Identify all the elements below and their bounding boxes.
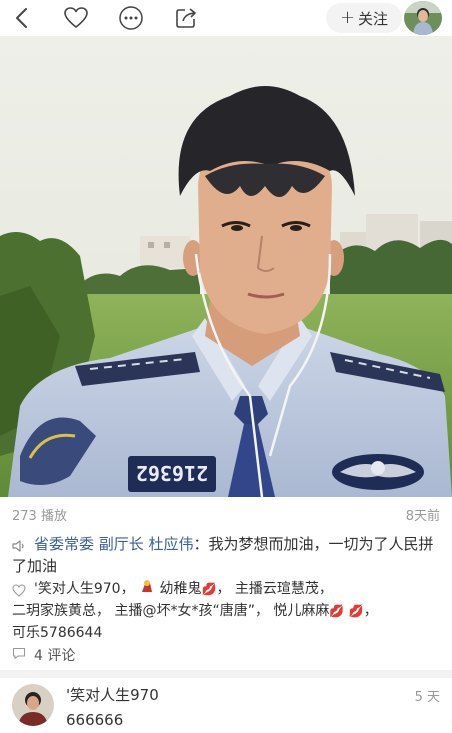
- top-bar: + 关注: [0, 0, 452, 36]
- plus-icon: +: [339, 7, 356, 28]
- liker-avatar-icon: [139, 580, 159, 597]
- caption-author-link[interactable]: 省委常委 副厅长 杜应伟: [34, 535, 194, 553]
- liker-name[interactable]: ， 主播云瑄慧茂，: [216, 581, 332, 597]
- post-meta: 273 播放 8天前: [0, 497, 452, 529]
- commenter-name[interactable]: '笑对人生970: [66, 684, 159, 705]
- comment-count: 4 评论: [34, 648, 76, 664]
- liker-name[interactable]: 二玥家族黄总， 主播@坏*女*孩“唐唐”， 悦儿麻麻: [12, 603, 329, 619]
- comment-icon: [12, 647, 26, 664]
- liker-name[interactable]: 可乐5786644: [12, 625, 102, 641]
- post-caption: 省委常委 副厅长 杜应伟：我为梦想而加油，一切为了人民拼了加油: [12, 533, 442, 577]
- speaker-icon: [12, 537, 26, 559]
- likes-list: '笑对人生970， 幼稚鬼💋， 主播云瑄慧茂， 二玥家族黄总， 主播@坏*女*孩…: [12, 578, 442, 644]
- lips-icon: 💋: [329, 604, 345, 618]
- author-avatar[interactable]: [404, 1, 442, 35]
- lips-icon: 💋: [201, 582, 217, 596]
- divider: [0, 670, 452, 678]
- heart-icon[interactable]: [62, 4, 90, 32]
- comment-text: 666666: [66, 711, 124, 729]
- follow-label: 关注: [358, 9, 389, 28]
- lips-icon: 💋: [348, 604, 364, 618]
- post-time: 8天前: [405, 509, 440, 524]
- back-icon[interactable]: [8, 4, 36, 32]
- comment-count-button[interactable]: 4 评论: [12, 645, 75, 665]
- follow-button[interactable]: + 关注: [326, 3, 402, 33]
- more-icon[interactable]: [117, 4, 145, 32]
- liker-separator: ，: [363, 603, 378, 619]
- liker-name[interactable]: 幼稚鬼: [159, 581, 201, 597]
- commenter-avatar[interactable]: [12, 684, 54, 726]
- badge-number: 216362: [136, 461, 208, 485]
- post-photo[interactable]: 216362: [0, 36, 452, 497]
- play-count: 273 播放: [12, 509, 67, 524]
- like-heart-icon: [12, 582, 26, 604]
- share-icon[interactable]: [172, 4, 200, 32]
- comment-time: 5 天: [414, 690, 440, 705]
- liker-name[interactable]: '笑对人生970，: [34, 581, 135, 597]
